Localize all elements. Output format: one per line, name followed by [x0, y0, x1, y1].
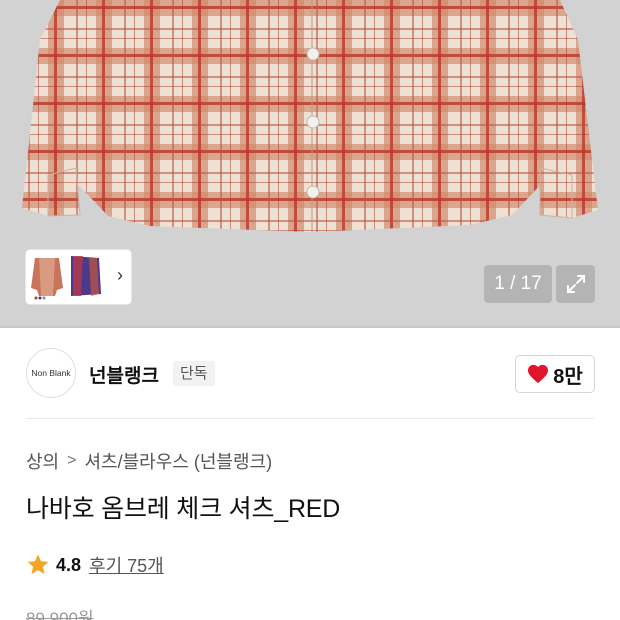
product-title: 나바호 옴브레 체크 셔츠_RED: [26, 495, 341, 523]
rating-value: 4.8: [56, 554, 82, 575]
brand-row: Non Blank 넌블랭크 단독 8만: [0, 328, 620, 418]
star-icon: [27, 554, 49, 574]
rating: 4.8 후기 75개: [26, 552, 164, 578]
thumbnail-red-shirt[interactable]: [29, 254, 65, 300]
original-price: 89,900원: [26, 609, 94, 620]
section-divider: [26, 418, 594, 419]
breadcrumb-subcategory[interactable]: 셔츠/블라우스 (넌블랭크): [84, 448, 272, 474]
expand-icon: [566, 275, 585, 293]
thumbnail-purple-shirt[interactable]: [67, 254, 103, 300]
brand-logo-text: Non Blank: [31, 368, 71, 378]
product-image-gallery[interactable]: › 1 / 17: [0, 0, 620, 328]
brand-name[interactable]: 넌블랭크: [89, 361, 159, 388]
exclusive-badge: 단독: [173, 361, 215, 386]
chevron-right-icon: >: [67, 452, 77, 469]
like-button[interactable]: 8만: [515, 355, 595, 393]
review-link[interactable]: 후기 75개: [89, 552, 164, 578]
breadcrumb: 상의 > 셔츠/블라우스 (넌블랭크): [26, 448, 272, 474]
like-count: 8만: [553, 365, 583, 388]
expand-button[interactable]: [556, 265, 595, 303]
image-counter: 1 / 17: [484, 265, 552, 303]
brand-logo[interactable]: Non Blank: [26, 348, 76, 398]
chevron-right-icon[interactable]: ›: [117, 265, 123, 286]
breadcrumb-category[interactable]: 상의: [26, 448, 59, 474]
heart-icon: [528, 364, 549, 384]
thumbnail-strip[interactable]: ›: [26, 250, 131, 304]
